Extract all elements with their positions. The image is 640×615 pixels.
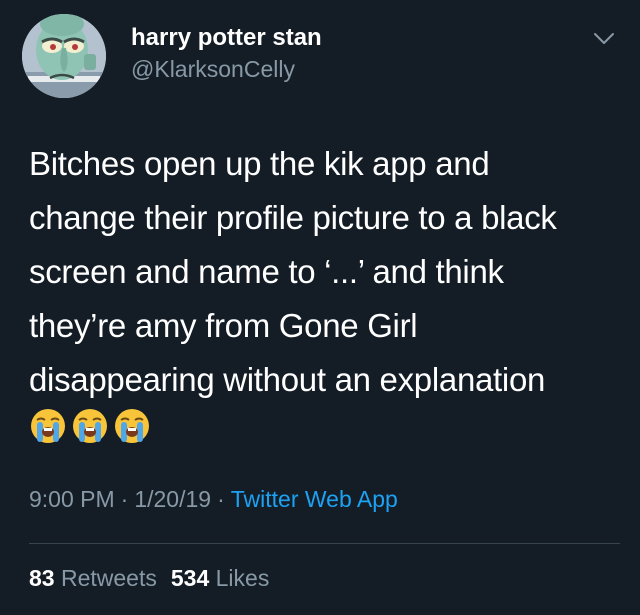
- avatar[interactable]: [22, 14, 106, 98]
- emoji-row: [29, 407, 151, 445]
- username-handle[interactable]: @KlarksonCelly: [131, 56, 295, 83]
- tweet-text-line: disappearing without an explanation: [29, 361, 546, 398]
- tweet-text-line: change their profile picture to a black: [29, 199, 557, 236]
- tweet-metadata: 9:00 PM · 1/20/19 · Twitter Web App: [29, 486, 398, 513]
- display-name[interactable]: harry potter stan: [131, 24, 322, 52]
- tweet-text-line: Bitches open up the kik app and: [29, 145, 490, 182]
- divider: [29, 543, 620, 544]
- tweet-text-line: screen and name to ‘...’ and think: [29, 253, 504, 290]
- separator: ·: [120, 486, 129, 512]
- squidward-avatar-icon: [22, 14, 106, 98]
- likes-count: 534: [170, 565, 210, 591]
- retweets-count: 83: [29, 565, 55, 591]
- likes-label: Likes: [215, 565, 270, 591]
- tweet-text: Bitches open up the kik app and change t…: [29, 137, 619, 407]
- tweet-date[interactable]: 1/20/19: [134, 486, 211, 512]
- retweets-label: Retweets: [60, 565, 157, 591]
- tweet-time[interactable]: 9:00 PM: [29, 486, 115, 512]
- retweets-stat[interactable]: 83 Retweets: [29, 565, 157, 591]
- loudly-crying-face-icon: [115, 409, 149, 443]
- tweet-stats: 83 Retweets 534 Likes: [29, 565, 269, 592]
- separator: ·: [217, 486, 225, 512]
- source-link[interactable]: Twitter Web App: [231, 486, 398, 512]
- loudly-crying-face-icon: [31, 409, 65, 443]
- chevron-down-icon[interactable]: [592, 30, 616, 48]
- tweet-detail: harry potter stan @KlarksonCelly Bitches…: [0, 0, 640, 615]
- tweet-text-line: they’re amy from Gone Girl: [29, 307, 418, 344]
- loudly-crying-face-icon: [73, 409, 107, 443]
- likes-stat[interactable]: 534 Likes: [171, 565, 269, 591]
